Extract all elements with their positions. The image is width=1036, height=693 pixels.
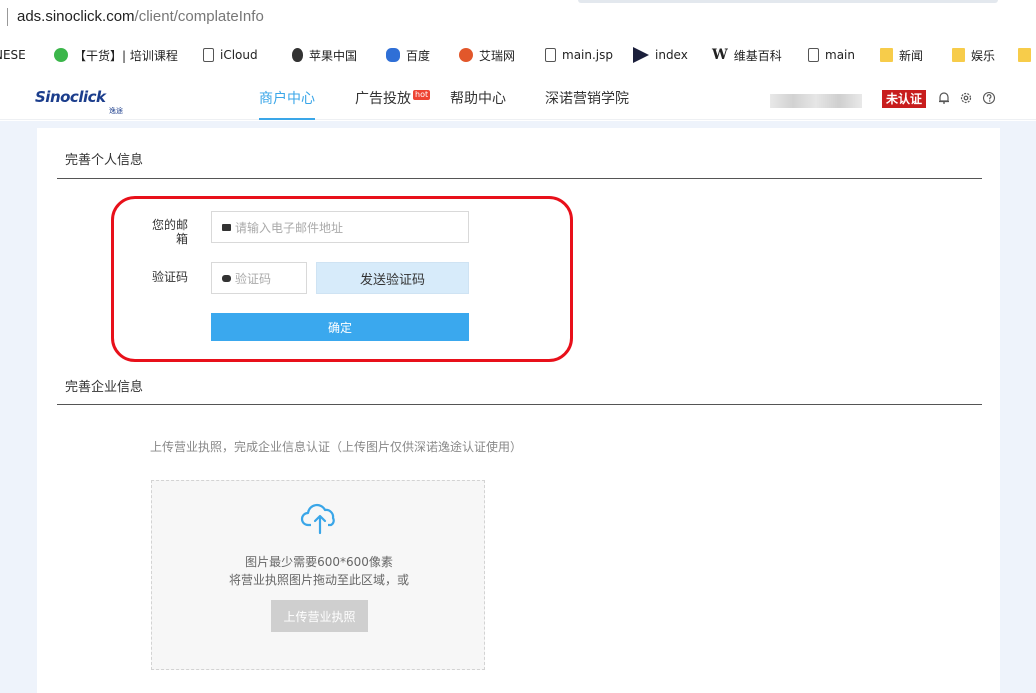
page-icon (545, 48, 556, 62)
iresearch-icon (459, 48, 473, 62)
bookmark-label: 百度 (406, 48, 431, 63)
bookmark-label: index (655, 48, 688, 62)
section-divider (57, 178, 982, 179)
logo-text: Sinoclick (35, 88, 106, 106)
bookmark-apple-china[interactable]: 苹果中国 (292, 46, 357, 64)
upload-size-requirement: 图片最少需要600*600像素 (245, 555, 393, 569)
company-info-title: 完善企业信息 (65, 380, 144, 395)
hot-badge: hot (413, 90, 431, 100)
baidu-paw-icon (386, 48, 400, 62)
arrow-icon (633, 47, 649, 63)
url-host: ads.sinoclick.com (17, 8, 135, 25)
url-path: /client/complateInfo (134, 8, 264, 25)
upload-drag-instruction: 将营业执照图片拖动至此区域，或 (228, 573, 409, 587)
bookmark-training[interactable]: 【干货】| 培训课程 (54, 46, 178, 64)
apple-icon (292, 48, 303, 62)
folder-icon (952, 48, 965, 62)
section-divider (57, 404, 982, 405)
folder-icon (880, 48, 893, 62)
bookmark-wikipedia[interactable]: W 维基百科 (712, 46, 782, 64)
bell-icon[interactable] (936, 91, 952, 107)
page-icon (203, 48, 214, 62)
upload-hint: 上传营业执照，完成企业信息认证（上传图片仅供深诺逸途认证使用） (150, 440, 523, 454)
bookmark-news[interactable]: 新闻 (880, 46, 923, 64)
app-header: Sinoclick 逸途 商户中心 广告投放 hot 帮助中心 深诺营销学院 未认… (0, 80, 1036, 120)
bookmark-baidu[interactable]: 百度 (386, 46, 430, 64)
logo-subtext: 逸途 (109, 107, 123, 115)
personal-info-title: 完善个人信息 (65, 153, 144, 168)
address-separator (7, 8, 8, 26)
bookmark-label: main (825, 48, 855, 62)
nav-marketing-academy[interactable]: 深诺营销学院 (545, 80, 629, 120)
url-text[interactable]: ads.sinoclick.com/client/complateInfo (17, 8, 264, 26)
bookmark-label: 维基百科 (733, 48, 782, 63)
tab-strip-edge (578, 0, 998, 3)
folder-icon (1018, 48, 1031, 62)
bookmark-label: 娱乐 (971, 48, 996, 63)
bookmark-index[interactable]: index (633, 46, 688, 64)
page-icon (808, 48, 819, 62)
nav-help-center[interactable]: 帮助中心 (450, 80, 506, 120)
bookmark-label: main.jsp (562, 48, 613, 62)
bookmarks-bar: NESE 【干货】| 培训课程 iCloud 苹果中国 百度 艾瑞网 main.… (0, 40, 1036, 70)
upload-license-button[interactable]: 上传营业执照 (271, 600, 368, 632)
wikipedia-icon: W (712, 47, 728, 63)
bookmark-main[interactable]: main (808, 46, 855, 64)
nav-merchant-center[interactable]: 商户中心 (259, 80, 315, 120)
bookmark-label: 苹果中国 (309, 48, 358, 63)
bookmark-label: 【干货】| 培训课程 (74, 48, 178, 63)
bookmark-icloud[interactable]: iCloud (203, 46, 258, 64)
bookmark-overflow[interactable] (1018, 46, 1036, 64)
bookmark-label: 新闻 (899, 48, 924, 63)
annotation-highlight-box (111, 196, 573, 362)
blurred-username[interactable] (770, 94, 862, 108)
bookmark-iresearch[interactable]: 艾瑞网 (459, 46, 515, 64)
nav-ad-placement[interactable]: 广告投放 hot (355, 80, 431, 120)
bookmark-nese[interactable]: NESE (0, 46, 26, 64)
cloud-upload-icon (300, 500, 340, 536)
settings-icon[interactable] (958, 91, 974, 107)
nav-ad-placement-label: 广告投放 (355, 91, 411, 107)
bookmark-label: NESE (0, 48, 26, 62)
wechat-icon (54, 48, 68, 62)
unverified-badge[interactable]: 未认证 (882, 90, 927, 108)
bookmark-label: 艾瑞网 (479, 48, 516, 63)
address-bar[interactable]: ads.sinoclick.com/client/complateInfo (0, 0, 1036, 36)
sinoclick-logo[interactable]: Sinoclick 逸途 (35, 88, 135, 115)
help-icon[interactable] (981, 91, 997, 107)
bookmark-entertainment[interactable]: 娱乐 (952, 46, 995, 64)
bookmark-label: iCloud (220, 48, 258, 62)
bookmark-main-jsp[interactable]: main.jsp (545, 46, 613, 64)
